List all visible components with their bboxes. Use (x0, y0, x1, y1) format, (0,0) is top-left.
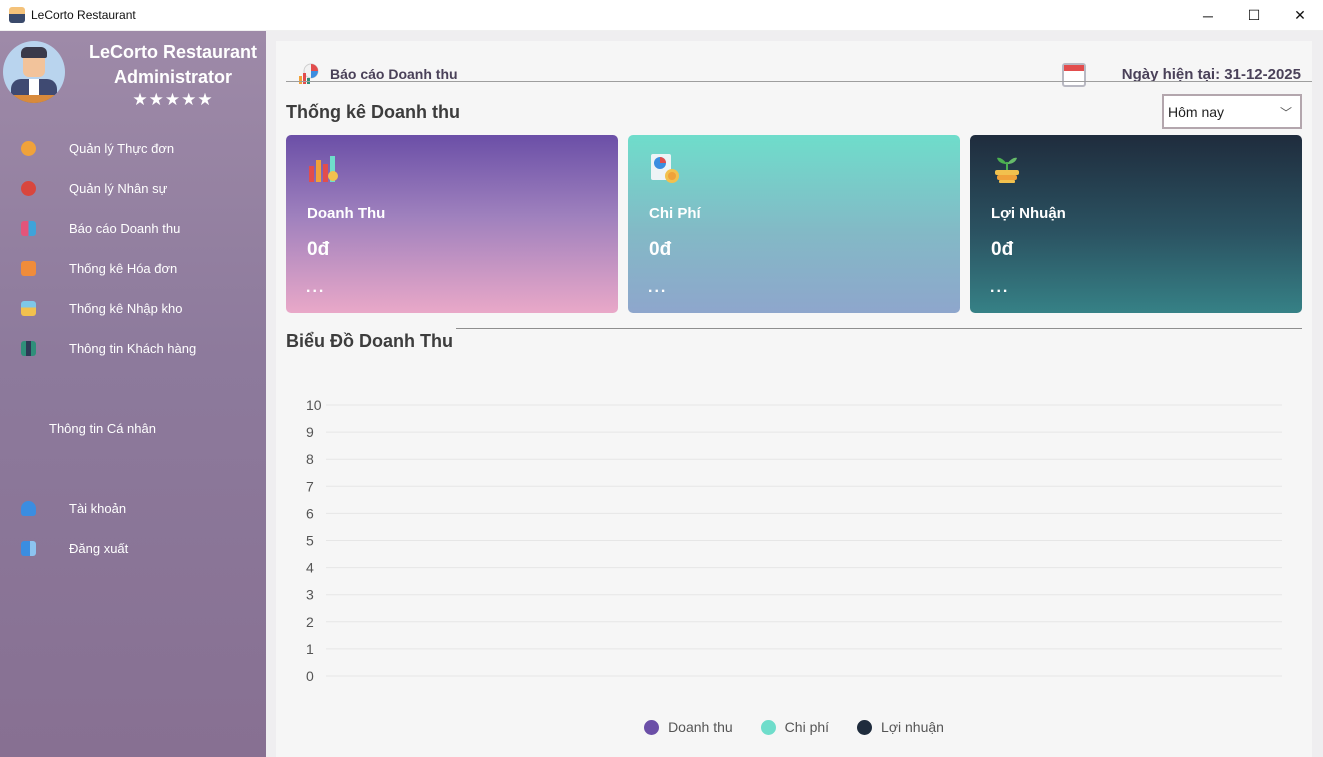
period-select[interactable]: Hôm nay ﹀ (1162, 94, 1302, 129)
y-tick-label: 7 (306, 478, 314, 494)
calendar-icon (1062, 63, 1086, 87)
staff-icon (21, 181, 36, 196)
period-select-value: Hôm nay (1168, 103, 1225, 120)
card-value: 0đ (991, 239, 1014, 260)
expense-pie-icon (651, 154, 679, 183)
revenue-bars-icon (309, 156, 338, 182)
sidebar-item-label: Báo cáo Doanh thu (69, 220, 181, 236)
close-button[interactable]: ✕ (1277, 0, 1323, 31)
profile-name-line1: LeCorto Restaurant (88, 42, 258, 62)
sidebar-item-revenue-report[interactable]: Báo cáo Doanh thu (0, 213, 266, 243)
sidebar-item-customers[interactable]: Thông tin Khách hàng (0, 333, 266, 363)
card-title: Doanh Thu (307, 205, 386, 222)
legend-label: Lợi nhuận (881, 719, 944, 735)
cost-card[interactable]: Chi Phí 0đ ... (628, 135, 960, 313)
invoice-icon (21, 261, 36, 276)
warehouse-icon (21, 301, 36, 316)
maximize-button[interactable]: ☐ (1231, 0, 1277, 31)
sidebar-item-label: Thông tin Khách hàng (69, 340, 197, 356)
card-more[interactable]: ... (990, 279, 1009, 297)
logout-icon (21, 541, 36, 556)
revenue-chart: 0 1 2 3 4 5 6 7 8 9 10 (306, 397, 1282, 684)
y-tick-label: 3 (306, 587, 314, 603)
y-tick-label: 1 (306, 641, 314, 657)
legend-item[interactable]: Lợi nhuận (857, 719, 944, 735)
y-tick-label: 2 (306, 614, 314, 630)
profit-plant-icon (995, 157, 1019, 183)
window-title: LeCorto Restaurant (31, 8, 136, 22)
report-chart-icon (21, 221, 36, 236)
chart-title: Biểu Đồ Doanh Thu (286, 331, 453, 351)
legend-dot-icon (857, 719, 873, 735)
avatar (3, 41, 65, 103)
card-value: 0đ (649, 239, 672, 260)
profit-card[interactable]: Lợi Nhuận 0đ ... (970, 135, 1302, 313)
profile-name: LeCorto Restaurant Administrator (80, 40, 266, 90)
profile-stars: ★★★★★ (132, 90, 214, 109)
page-title: Báo cáo Doanh thu (330, 66, 458, 82)
legend-item[interactable]: Chi phí (760, 719, 830, 735)
legend-dot-icon (644, 719, 660, 735)
chart-legend: Doanh thu Chi phí Lợi nhuận (276, 719, 1312, 735)
window-title-bar: LeCorto Restaurant ─ ☐ ✕ (0, 0, 1323, 31)
y-tick-label: 0 (306, 668, 314, 684)
sidebar-item-label: Đăng xuất (69, 540, 129, 556)
window-controls: ─ ☐ ✕ (1185, 0, 1323, 31)
card-title: Lợi Nhuận (991, 205, 1066, 222)
app-logo-icon (9, 7, 25, 23)
y-tick-label: 5 (306, 533, 314, 549)
sidebar-item-label: Thống kê Nhập kho (69, 300, 183, 316)
stats-section-title: Thống kê Doanh thu (286, 102, 460, 122)
header-divider (286, 81, 1312, 82)
y-tick-label: 9 (306, 424, 314, 440)
sidebar-item-menu[interactable]: Quản lý Thực đơn (0, 133, 266, 163)
y-tick-label: 4 (306, 560, 314, 576)
legend-item[interactable]: Doanh thu (644, 719, 733, 735)
chevron-down-icon: ﹀ (1279, 106, 1292, 120)
sidebar-item-label: Quản lý Nhân sự (69, 180, 168, 196)
legend-label: Chi phí (784, 719, 830, 735)
profile-role: Administrator (113, 67, 232, 87)
sidebar-item-logout[interactable]: Đăng xuất (0, 533, 266, 563)
card-more[interactable]: ... (306, 279, 325, 297)
sidebar-item-label: Quản lý Thực đơn (69, 140, 175, 156)
sidebar-item-account[interactable]: Tài khoản (0, 493, 266, 523)
sidebar-item-warehouse[interactable]: Thống kê Nhập kho (0, 293, 266, 323)
y-tick-label: 10 (306, 397, 322, 413)
sidebar-item-label: Thống kê Hóa đơn (69, 260, 178, 276)
legend-label: Doanh thu (668, 719, 733, 735)
sidebar: LeCorto Restaurant Administrator ★★★★★ Q… (0, 31, 266, 757)
card-value: 0đ (307, 239, 330, 260)
card-more[interactable]: ... (648, 279, 667, 297)
legend-dot-icon (760, 719, 776, 735)
minimize-button[interactable]: ─ (1185, 0, 1231, 31)
sidebar-item-staff[interactable]: Quản lý Nhân sự (0, 173, 266, 203)
y-tick-label: 8 (306, 451, 314, 467)
customers-icon (21, 341, 36, 356)
revenue-card[interactable]: Doanh Thu 0đ ... (286, 135, 618, 313)
sidebar-item-invoices[interactable]: Thống kê Hóa đơn (0, 253, 266, 283)
main-area: Báo cáo Doanh thu Ngày hiện tại: 31-12-2… (266, 31, 1323, 757)
y-tick-label: 6 (306, 505, 314, 521)
menu-book-icon (21, 141, 36, 156)
personal-info-header: Thông tin Cá nhân (49, 421, 156, 436)
sidebar-item-label: Tài khoản (69, 500, 127, 516)
account-icon (21, 501, 36, 516)
chart-divider (456, 328, 1302, 329)
revenue-report-panel: Báo cáo Doanh thu Ngày hiện tại: 31-12-2… (276, 41, 1312, 757)
card-title: Chi Phí (649, 205, 701, 222)
